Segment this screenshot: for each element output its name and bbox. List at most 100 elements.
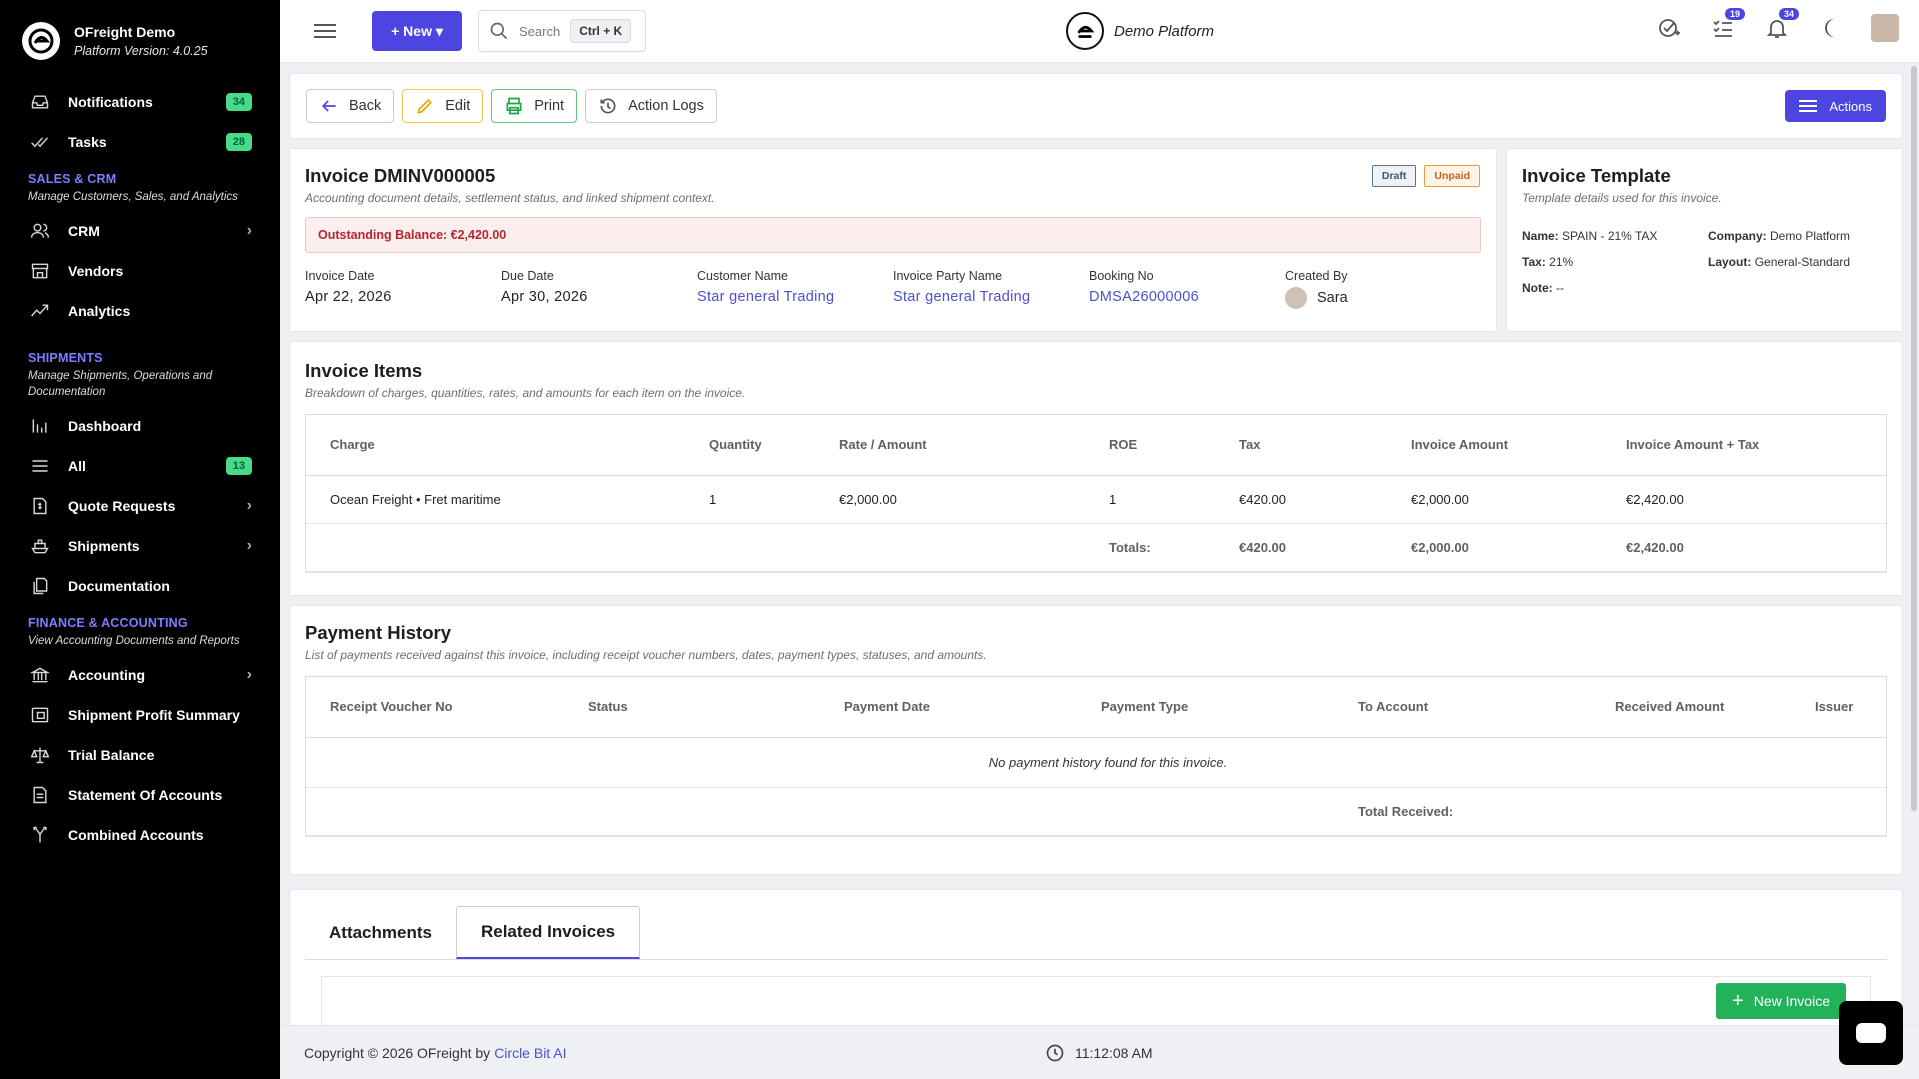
column-header[interactable]: Payment Type (1077, 677, 1334, 738)
sidebar-item-accounting[interactable]: Accounting › (0, 655, 280, 695)
brand-logo-icon[interactable] (22, 22, 60, 60)
approve-check-icon[interactable] (1655, 14, 1683, 42)
column-header[interactable]: Payment Date (820, 677, 1077, 738)
clock-icon (1046, 1044, 1064, 1061)
template-note-label: Note: (1522, 281, 1553, 295)
empty-row: No payment history found for this invoic… (306, 737, 1886, 788)
related-tabs-card: Attachments Related Invoices + New Invoi… (289, 889, 1903, 1029)
platform-logo-icon (1066, 12, 1104, 50)
clock-time: 11:12:08 AM (1075, 1044, 1153, 1061)
main-content: Back Edit Print Action Logs Actions Invo… (289, 73, 1903, 1029)
sidebar-item-label: Notifications (68, 94, 153, 110)
sidebar-item-dashboard[interactable]: Dashboard (0, 406, 280, 446)
template-tax-label: Tax: (1522, 255, 1546, 269)
meta-invoice-party: Invoice Party Name Star general Trading (893, 269, 1089, 309)
company-link[interactable]: Circle Bit AI (494, 1045, 566, 1061)
sidebar-item-analytics[interactable]: Analytics (0, 291, 280, 331)
meta-label: Invoice Date (305, 269, 375, 283)
column-header[interactable]: ROE (1085, 415, 1215, 476)
sidebar-item-label: Documentation (68, 578, 170, 594)
sidebar-item-documentation[interactable]: Documentation (0, 566, 280, 606)
action-logs-button[interactable]: Action Logs (585, 89, 717, 123)
new-invoice-button[interactable]: + New Invoice (1716, 983, 1846, 1019)
table-row[interactable]: Ocean Freight • Fret maritime 1 €2,000.0… (306, 475, 1886, 524)
edit-button[interactable]: Edit (402, 89, 484, 123)
menu-toggle-icon[interactable] (314, 20, 336, 42)
sidebar-item-label: Accounting (68, 667, 145, 683)
booking-link[interactable]: DMSA26000006 (1089, 289, 1285, 305)
sidebar-item-combined-accounts[interactable]: Combined Accounts (0, 815, 280, 855)
meta-created-by: Created By Sara (1285, 269, 1481, 309)
print-button[interactable]: Print (491, 89, 578, 123)
column-header[interactable]: Received Amount (1591, 677, 1791, 738)
task-list-icon[interactable]: 19 (1709, 8, 1745, 42)
total-invoice-amount-tax: €2,420.00 (1602, 523, 1886, 572)
scale-icon (28, 743, 52, 767)
empty-cell (306, 787, 1334, 836)
cell-rate: €2,000.00 (815, 475, 1085, 524)
sidebar-item-quote-requests[interactable]: Quote Requests › (0, 486, 280, 526)
payments-title: Payment History (305, 622, 451, 643)
chat-launcher-button[interactable] (1839, 1001, 1903, 1065)
platform-title: Demo Platform (1114, 22, 1215, 40)
sidebar-item-crm[interactable]: CRM › (0, 211, 280, 251)
meta-invoice-date: Invoice Date Apr 22, 2026 (305, 269, 501, 309)
sidebar-item-vendors[interactable]: Vendors (0, 251, 280, 291)
actions-button[interactable]: Actions (1785, 90, 1886, 122)
moon-icon[interactable] (1817, 14, 1845, 42)
meta-booking-no: Booking No DMSA26000006 (1089, 269, 1285, 309)
new-button[interactable]: + New ▾ (372, 11, 462, 51)
ship-icon (28, 534, 52, 558)
column-header[interactable]: Rate / Amount (815, 415, 1085, 476)
invoice-template-card: Invoice Template Template details used f… (1506, 148, 1903, 332)
customer-link[interactable]: Star general Trading (697, 289, 893, 305)
platform-brand[interactable]: Demo Platform (1066, 12, 1214, 50)
meta-label: Created By (1285, 269, 1348, 283)
template-company: Company: Demo Platform (1708, 229, 1888, 243)
invoice-party-link[interactable]: Star general Trading (893, 289, 1089, 305)
sidebar-item-shipment-profit-summary[interactable]: Shipment Profit Summary (0, 695, 280, 735)
sidebar-item-label: Shipment Profit Summary (68, 707, 240, 723)
template-layout-label: Layout: (1708, 255, 1752, 269)
copyright-text: Copyright © 2026 OFreight by (304, 1044, 491, 1061)
search-input[interactable]: Search Ctrl + K (478, 10, 646, 52)
section-subtitle-sales: Manage Customers, Sales, and Analytics (28, 191, 238, 203)
actions-label: Actions (1829, 98, 1872, 114)
cell-invoice-amount: €2,000.00 (1387, 475, 1602, 524)
column-header[interactable]: Receipt Voucher No (306, 677, 564, 738)
items-table-wrap: Charge Quantity Rate / Amount ROE Tax In… (305, 414, 1887, 573)
meta-value: Apr 22, 2026 (305, 289, 392, 305)
tasks-count-badge: 19 (1724, 8, 1745, 20)
column-header[interactable]: Tax (1215, 415, 1387, 476)
column-header[interactable]: Issuer (1791, 677, 1886, 738)
search-shortcut: Ctrl + K (570, 19, 632, 43)
template-name-label: Name: (1522, 229, 1559, 243)
template-note-value: -- (1556, 281, 1565, 295)
payments-subtitle: List of payments received against this i… (305, 648, 987, 662)
sidebar-item-all[interactable]: All 13 (0, 446, 280, 486)
tab-related-invoices[interactable]: Related Invoices (455, 906, 641, 959)
sidebar-item-statement-of-accounts[interactable]: Statement Of Accounts (0, 775, 280, 815)
sidebar-item-tasks[interactable]: Tasks 28 (0, 122, 280, 162)
plus-icon: + (1732, 989, 1744, 1012)
payment-history-card: Payment History List of payments receive… (289, 605, 1903, 875)
sidebar-item-trial-balance[interactable]: Trial Balance (0, 735, 280, 775)
column-header[interactable]: To Account (1334, 677, 1591, 738)
user-avatar[interactable] (1871, 14, 1899, 42)
bell-icon[interactable]: 34 (1763, 8, 1799, 42)
column-header[interactable]: Invoice Amount (1387, 415, 1602, 476)
sidebar-nav: Notifications 34 Tasks 28 SALES & CRM Ma… (0, 82, 280, 855)
notifications-count-badge: 34 (225, 93, 252, 111)
sidebar-item-notifications[interactable]: Notifications 34 (0, 82, 280, 122)
tab-attachments[interactable]: Attachments (305, 906, 456, 959)
chevron-right-icon: › (246, 666, 252, 683)
column-header[interactable]: Quantity (685, 415, 815, 476)
column-header[interactable]: Charge (306, 415, 685, 476)
page-scrollbar[interactable] (1911, 66, 1917, 811)
column-header[interactable]: Invoice Amount + Tax (1602, 415, 1886, 476)
status-badges: Draft Unpaid (1371, 165, 1480, 187)
back-button[interactable]: Back (306, 89, 395, 123)
chevron-right-icon: › (246, 497, 252, 514)
sidebar-item-shipments[interactable]: Shipments › (0, 526, 280, 566)
column-header[interactable]: Status (564, 677, 820, 738)
